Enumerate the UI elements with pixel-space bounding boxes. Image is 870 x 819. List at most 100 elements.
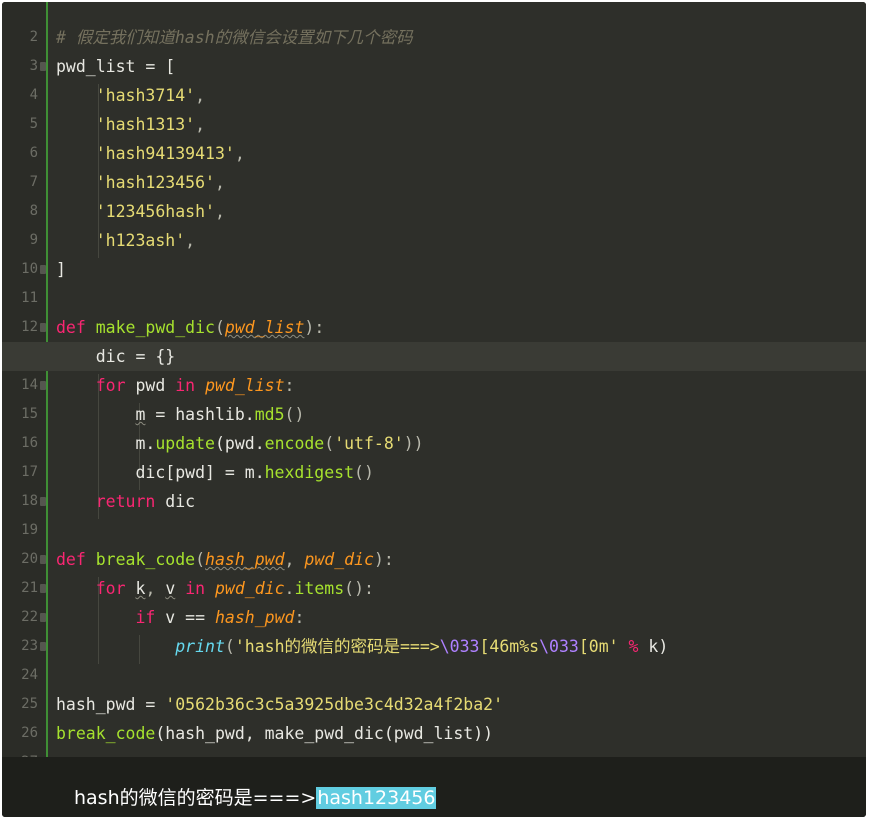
variable: k xyxy=(135,579,146,598)
code-line: 27 break_code(hash_pwd, make_pwd_dic(pwd… xyxy=(2,719,866,770)
function-name: make_pwd_dic xyxy=(95,318,215,337)
code-line: 16 m = hashlib.md5() xyxy=(2,400,866,451)
output-highlight: hash123456 xyxy=(316,787,437,809)
code-line: 2 xyxy=(2,2,866,45)
fold-marker-icon[interactable] xyxy=(40,323,46,332)
expression: = hashlib. xyxy=(155,405,255,424)
code-line: 8 'hash123456', xyxy=(2,168,866,219)
method: items xyxy=(294,579,345,598)
string-literal: 'h123ash' xyxy=(95,231,186,250)
line-content: for k, v in pwd_dic.items(): xyxy=(95,579,374,598)
line-content: def make_pwd_dic(pwd_list): xyxy=(56,318,325,337)
line-content: # 假定我们知道hash的微信会设置如下几个密码 xyxy=(56,23,413,52)
method: update xyxy=(155,434,215,453)
keyword: in xyxy=(185,579,206,598)
line-content: print('hash的微信的密码是===>\033[46m%s\033[0m'… xyxy=(175,637,669,656)
escape-sequence: \033 xyxy=(539,637,579,656)
code-line: 22 for k, v in pwd_dic.items(): xyxy=(2,574,866,625)
line-content: dic[pwd] = m.hexdigest() xyxy=(56,458,374,487)
output-prefix: hash的微信的密码是===> xyxy=(74,787,317,809)
function-call: break_code xyxy=(56,724,156,743)
call-parens: () xyxy=(354,463,374,482)
code-line: 15 for pwd in pwd_list: xyxy=(2,371,866,422)
keyword: def xyxy=(56,550,86,569)
fold-marker-icon[interactable] xyxy=(40,62,46,71)
code-line: 24 print('hash的微信的密码是===>\033[46m%s\033[… xyxy=(2,632,866,683)
code-line: 20 xyxy=(2,516,866,567)
code-line: 3 # 假定我们知道hash的微信会设置如下几个密码 xyxy=(2,23,866,74)
function-name: break_code xyxy=(95,550,196,569)
code-editor[interactable]: 2 3 # 假定我们知道hash的微信会设置如下几个密码 4 pwd_list … xyxy=(2,2,866,770)
fold-marker-icon[interactable] xyxy=(40,642,46,651)
code-line: 5 'hash3714', xyxy=(2,81,866,132)
line-content: dic = {} xyxy=(56,342,175,371)
string-literal: 'hash的微信的密码是===> xyxy=(234,637,440,656)
keyword: if xyxy=(135,608,156,627)
string-literal: 'hash3714' xyxy=(95,86,196,105)
variable: pwd xyxy=(135,376,166,395)
output-line: hash的微信的密码是===>hash123456 xyxy=(74,783,437,813)
line-content: hash_pwd = '0562b36c3c5a3925dbe3c4d32a4f… xyxy=(56,690,503,719)
builtin-function: print xyxy=(175,637,225,656)
line-content: for pwd in pwd_list: xyxy=(95,376,295,395)
expression: v == xyxy=(165,608,206,627)
expression: (hash_pwd, make_pwd_dic(pwd_list)) xyxy=(155,724,494,743)
comment: # 假定我们知道hash的微信会设置如下几个密码 xyxy=(56,28,413,47)
output-console[interactable]: hash的微信的密码是===>hash123456 xyxy=(2,757,866,817)
operator: % xyxy=(628,637,639,656)
line-content: 'hash94139413', xyxy=(95,144,245,163)
paren: ( xyxy=(324,434,335,453)
dic-assignment: dic = {} xyxy=(95,347,176,366)
line-content: '123456hash', xyxy=(95,202,225,221)
fold-marker-icon[interactable] xyxy=(40,381,46,390)
code-line: 4 pwd_list = [ xyxy=(2,52,866,103)
line-content: ] xyxy=(56,260,66,279)
line-content: if v == hash_pwd: xyxy=(135,608,305,627)
expression: (pwd. xyxy=(214,434,265,453)
escape-sequence: \033 xyxy=(439,637,480,656)
code-line: 13 def make_pwd_dic(pwd_list): xyxy=(2,313,866,364)
line-content: m.update(pwd.encode('utf-8')) xyxy=(56,429,423,458)
code-line: 17 m.update(pwd.encode('utf-8')) xyxy=(2,429,866,480)
string-literal: '123456hash' xyxy=(95,202,215,221)
parameter: pwd_list xyxy=(205,376,285,395)
current-code-line: 14 dic = {} xyxy=(2,342,866,393)
parameter: pwd_dic xyxy=(215,579,285,598)
string-literal: 'hash123456' xyxy=(95,173,215,192)
string-literal: 'hash1313' xyxy=(95,115,196,134)
code-line: 25 xyxy=(2,661,866,712)
parameter: hash_pwd xyxy=(214,608,295,627)
code-line: 21 def break_code(hash_pwd, pwd_dic): xyxy=(2,545,866,596)
code-line: 23 if v == hash_pwd: xyxy=(2,603,866,654)
code-line: 19 return dic xyxy=(2,487,866,538)
keyword: for xyxy=(95,579,126,598)
variable: m xyxy=(135,405,146,424)
fold-marker-icon[interactable] xyxy=(40,584,46,593)
string-literal: '0562b36c3c5a3925dbe3c4d32a4f2ba2' xyxy=(165,695,504,714)
line-content: 'hash123456', xyxy=(95,173,225,192)
fold-marker-icon[interactable] xyxy=(40,497,46,506)
code-line: 7 'hash94139413', xyxy=(2,139,866,190)
method: hexdigest xyxy=(264,463,355,482)
expression: dic[pwd] = m. xyxy=(135,463,265,482)
keyword: def xyxy=(56,318,86,337)
fold-marker-icon[interactable] xyxy=(40,555,46,564)
fold-marker-icon[interactable] xyxy=(40,613,46,622)
line-content: pwd_list = [ xyxy=(56,57,176,76)
line-content: 'hash1313', xyxy=(95,115,206,134)
fold-marker-icon[interactable] xyxy=(40,265,46,274)
code-line: 9 '123456hash', xyxy=(2,197,866,248)
variable: m. xyxy=(135,434,156,453)
line-content: m = hashlib.md5() xyxy=(56,400,304,429)
code-line: 12 xyxy=(2,284,866,335)
line-content: return dic xyxy=(56,487,195,516)
keyword: in xyxy=(175,376,196,395)
ide-window: 2 3 # 假定我们知道hash的微信会设置如下几个密码 4 pwd_list … xyxy=(2,2,866,817)
string-literal: 'hash94139413' xyxy=(95,144,235,163)
variable: v xyxy=(165,579,176,598)
code-line: 18 dic[pwd] = m.hexdigest() xyxy=(2,458,866,509)
keyword: return xyxy=(95,492,156,511)
expression: k) xyxy=(648,637,669,656)
line-content: 'h123ash', xyxy=(95,231,196,250)
method: encode xyxy=(264,434,325,453)
